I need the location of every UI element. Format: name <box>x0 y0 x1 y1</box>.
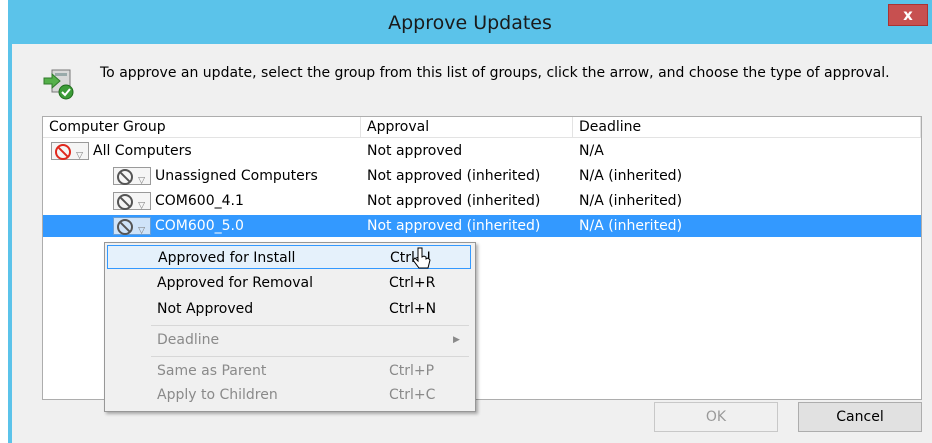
chevron-down-icon: ▽ <box>76 151 83 161</box>
not-approved-inherited-icon <box>117 194 133 210</box>
approval-status: Not approved (inherited) <box>367 193 541 209</box>
approval-status: Not approved (inherited) <box>367 168 541 184</box>
menu-item-approved-for-removal[interactable]: Approved for Removal Ctrl+R <box>107 271 471 295</box>
menu-item-label: Same as Parent <box>157 363 267 379</box>
instruction-text: To approve an update, select the group f… <box>100 65 890 81</box>
chevron-down-icon: ▽ <box>138 226 145 236</box>
menu-item-same-as-parent[interactable]: Same as Parent Ctrl+P <box>107 359 471 383</box>
group-name: COM600_4.1 <box>155 193 244 209</box>
menu-separator <box>151 325 469 326</box>
grid-row-com600-5-0[interactable]: ▽ COM600_5.0 Not approved (inherited) N/… <box>43 215 921 237</box>
menu-item-deadline[interactable]: Deadline ▶ <box>107 328 471 352</box>
menu-item-apply-to-children[interactable]: Apply to Children Ctrl+C <box>107 383 471 407</box>
window-title: Approve Updates <box>388 12 552 34</box>
menu-item-shortcut: Ctrl+C <box>389 387 436 403</box>
grid-row-com600-4-1[interactable]: ▽ COM600_4.1 Not approved (inherited) N/… <box>43 190 921 212</box>
approval-dropdown-button[interactable]: ▽ <box>113 192 151 211</box>
menu-item-label: Apply to Children <box>157 387 278 403</box>
deadline-value: N/A (inherited) <box>579 168 683 184</box>
deadline-value: N/A (inherited) <box>579 218 683 234</box>
approve-update-icon <box>43 69 74 100</box>
menu-item-shortcut: Ctrl+N <box>389 301 437 317</box>
group-name: Unassigned Computers <box>155 168 318 184</box>
deadline-value: N/A (inherited) <box>579 193 683 209</box>
not-approved-inherited-icon <box>117 219 133 235</box>
approval-dropdown-button[interactable]: ▽ <box>113 167 151 186</box>
title-bar[interactable]: Approve Updates x <box>8 0 932 44</box>
ok-button[interactable]: OK <box>654 402 778 432</box>
deadline-value: N/A <box>579 143 604 159</box>
mouse-pointer-icon <box>412 247 431 269</box>
grid-row-all-computers[interactable]: ▽ All Computers Not approved N/A <box>43 140 921 162</box>
menu-item-shortcut: Ctrl+R <box>389 275 436 291</box>
grid-row-unassigned-computers[interactable]: ▽ Unassigned Computers Not approved (inh… <box>43 165 921 187</box>
group-name: COM600_5.0 <box>155 218 244 234</box>
column-header-deadline[interactable]: Deadline <box>573 117 921 138</box>
not-approved-inherited-icon <box>117 169 133 185</box>
column-header-approval[interactable]: Approval <box>361 117 573 138</box>
menu-item-shortcut: Ctrl+P <box>389 363 435 379</box>
menu-item-label: Approved for Removal <box>157 275 313 291</box>
approval-dropdown-button[interactable]: ▽ <box>113 217 151 236</box>
approval-status: Not approved (inherited) <box>367 218 541 234</box>
menu-item-label: Deadline <box>157 332 220 348</box>
approval-status: Not approved <box>367 143 463 159</box>
cancel-button[interactable]: Cancel <box>798 402 922 432</box>
column-header-computer-group[interactable]: Computer Group <box>43 117 361 138</box>
group-name: All Computers <box>93 143 192 159</box>
close-button[interactable]: x <box>888 4 928 26</box>
not-approved-icon <box>55 144 71 160</box>
menu-item-label: Not Approved <box>157 301 254 317</box>
chevron-down-icon: ▽ <box>138 176 145 186</box>
menu-item-label: Approved for Install <box>158 250 296 266</box>
menu-item-not-approved[interactable]: Not Approved Ctrl+N <box>107 297 471 321</box>
submenu-arrow-icon: ▶ <box>453 335 460 345</box>
chevron-down-icon: ▽ <box>138 201 145 211</box>
approval-dropdown-button[interactable]: ▽ <box>51 142 89 161</box>
menu-separator <box>151 356 469 357</box>
